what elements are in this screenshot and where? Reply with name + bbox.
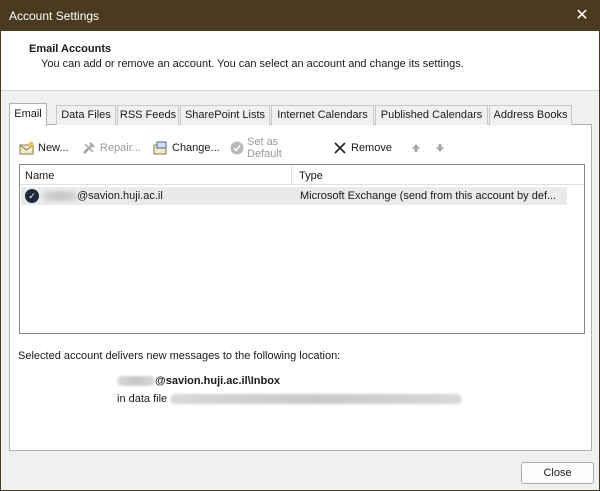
account-row[interactable]: ✓ @savion.huji.ac.il Microsoft Exchange … bbox=[21, 187, 567, 205]
repair-button[interactable]: Repair... bbox=[81, 139, 141, 157]
remove-button[interactable]: Remove bbox=[332, 139, 392, 157]
header-subtitle: You can add or remove an account. You ca… bbox=[41, 58, 464, 70]
tab-rss-feeds[interactable]: RSS Feeds bbox=[117, 105, 179, 125]
dialog-header: Email Accounts You can add or remove an … bbox=[1, 31, 599, 91]
new-mail-icon bbox=[19, 140, 35, 156]
redacted-username bbox=[43, 191, 77, 202]
move-down-button[interactable] bbox=[432, 139, 448, 157]
repair-label: Repair... bbox=[100, 142, 141, 154]
column-header-name[interactable]: Name bbox=[25, 170, 54, 182]
accounts-list: Name Type ✓ @savion.huji.ac.il Microsoft… bbox=[19, 164, 585, 334]
window-title: Account Settings bbox=[9, 9, 100, 23]
change-button[interactable]: Change... bbox=[153, 139, 220, 157]
delivery-description: Selected account delivers new messages t… bbox=[18, 350, 341, 362]
set-default-button[interactable]: Set as Default bbox=[230, 136, 284, 160]
window-close-icon[interactable]: ✕ bbox=[571, 5, 593, 27]
account-type: Microsoft Exchange (send from this accou… bbox=[300, 190, 557, 202]
redacted-username bbox=[117, 376, 155, 387]
check-circle-icon bbox=[230, 140, 244, 156]
new-account-button[interactable]: New... bbox=[19, 139, 69, 157]
tab-email[interactable]: Email bbox=[9, 103, 47, 126]
delivery-location: @savion.huji.ac.il\Inbox bbox=[117, 375, 280, 387]
data-file-prefix: in data file bbox=[117, 393, 168, 405]
arrow-up-icon bbox=[408, 140, 424, 156]
tab-published-calendars[interactable]: Published Calendars bbox=[375, 105, 488, 125]
change-label: Change... bbox=[172, 142, 220, 154]
title-bar: Account Settings ✕ bbox=[1, 1, 599, 31]
tab-address-books[interactable]: Address Books bbox=[489, 105, 572, 125]
tab-data-files[interactable]: Data Files bbox=[56, 105, 116, 125]
delivery-location-suffix: @savion.huji.ac.il\Inbox bbox=[155, 375, 281, 387]
tab-internet-calendars[interactable]: Internet Calendars bbox=[271, 105, 374, 125]
move-up-button[interactable] bbox=[408, 139, 424, 157]
account-name-suffix: @savion.huji.ac.il bbox=[77, 190, 163, 202]
change-settings-icon bbox=[153, 140, 169, 156]
redacted-data-file bbox=[170, 394, 463, 405]
default-account-check-icon: ✓ bbox=[25, 189, 39, 203]
close-button[interactable]: Close bbox=[521, 462, 594, 484]
new-account-label: New... bbox=[38, 142, 69, 154]
email-tab-panel: New... Repair... Change... Set as Defaul… bbox=[9, 124, 592, 451]
set-default-label: Set as Default bbox=[247, 136, 282, 160]
tools-icon bbox=[81, 140, 97, 156]
tab-sharepoint-lists[interactable]: SharePoint Lists bbox=[180, 105, 270, 125]
remove-label: Remove bbox=[351, 142, 392, 154]
column-divider[interactable] bbox=[291, 165, 292, 185]
account-settings-dialog: Account Settings ✕ Email Accounts You ca… bbox=[0, 0, 600, 491]
list-header: Name Type bbox=[20, 165, 584, 185]
column-header-type[interactable]: Type bbox=[299, 170, 323, 182]
header-title: Email Accounts bbox=[29, 43, 112, 55]
remove-x-icon bbox=[332, 140, 348, 156]
account-name: @savion.huji.ac.il bbox=[43, 190, 163, 202]
data-file-path: in data file bbox=[117, 393, 463, 405]
arrow-down-icon bbox=[432, 140, 448, 156]
